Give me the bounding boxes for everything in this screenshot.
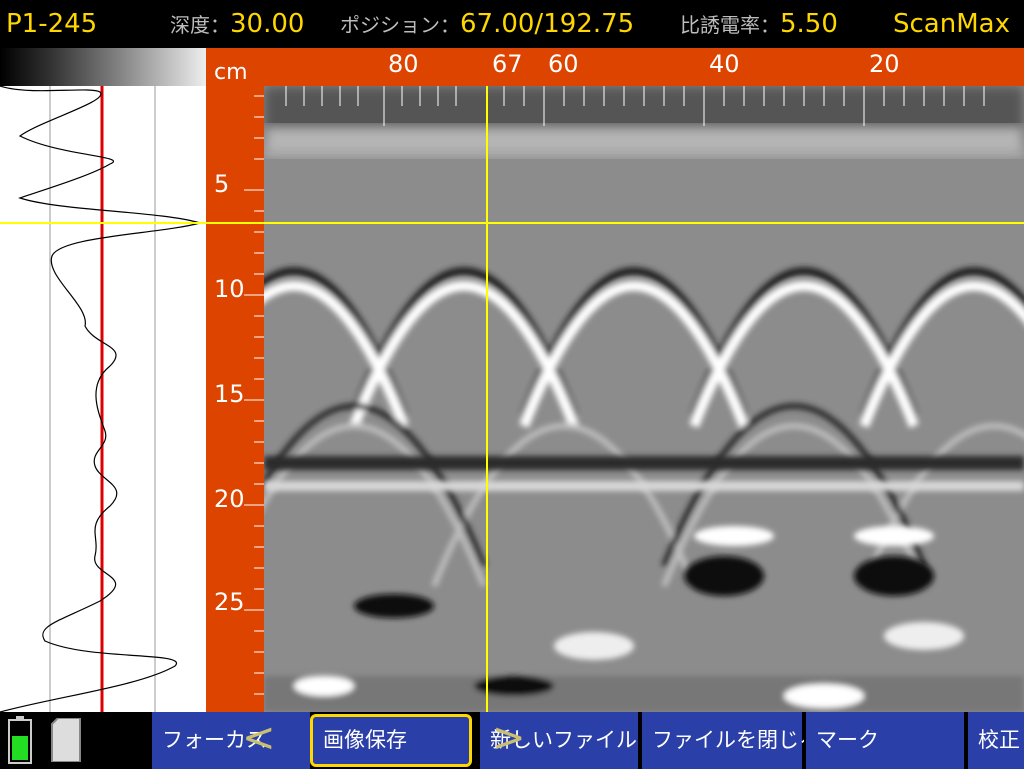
radar-image: [264, 86, 1024, 712]
position-tick-label: 40: [709, 50, 740, 78]
position-value: 67.00/192.75: [460, 9, 635, 39]
position-tick-label: 80: [388, 50, 419, 78]
brand-logo: ScanMax: [893, 9, 1010, 39]
mark-button[interactable]: マーク: [804, 712, 964, 769]
position-cursor-line[interactable]: [486, 86, 488, 712]
depth-value: 30.00: [230, 9, 305, 39]
close-file-label: ファイルを閉じる: [652, 728, 820, 752]
focus-button[interactable]: フォーカス: [150, 712, 310, 769]
radar-scan-view[interactable]: [264, 86, 1024, 712]
sd-card-icon: [51, 718, 81, 762]
save-image-button[interactable]: 画像保存: [310, 714, 472, 767]
depth-tick-label: 25: [214, 588, 245, 616]
position-readout: ポジション：67.00/192.75: [340, 6, 634, 43]
position-tick-label: 20: [869, 50, 900, 78]
position-tick-label: 60: [548, 50, 579, 78]
permittivity-label: 比誘電率：: [680, 13, 780, 37]
save-image-label: 画像保存: [323, 728, 407, 752]
permittivity-value: 5.50: [780, 9, 838, 39]
depth-tick-label: 10: [214, 275, 245, 303]
mark-label: マーク: [816, 728, 879, 752]
position-axis: [264, 48, 1024, 86]
depth-tick-label: 20: [214, 485, 245, 513]
depth-readout: 深度：30.00: [170, 6, 304, 43]
depth-cursor-line[interactable]: [0, 222, 1024, 224]
position-label: ポジション：: [340, 13, 460, 37]
position-tick-label: 67: [492, 50, 523, 78]
calibrate-button[interactable]: 校正: [966, 712, 1024, 769]
depth-tick-label: 5: [214, 170, 230, 198]
waveform-trace: [0, 86, 203, 712]
calibrate-label: 校正: [978, 728, 1020, 752]
permittivity-readout: 比誘電率：5.50: [680, 6, 838, 43]
file-id: P1-245: [6, 9, 98, 39]
depth-tick-label: 15: [214, 380, 245, 408]
status-header: P1-245 深度：30.00 ポジション：67.00/192.75 比誘電率：…: [0, 0, 1024, 48]
close-file-button[interactable]: ファイルを閉じる: [640, 712, 820, 769]
chevron-left-icon[interactable]: <: [242, 716, 276, 760]
depth-ticks: [244, 95, 264, 695]
battery-icon: [8, 716, 32, 764]
unit-label: cm: [214, 60, 248, 85]
gain-gradient-bar: [0, 48, 206, 86]
waveform-panel: [0, 86, 206, 712]
depth-label: 深度：: [170, 13, 230, 37]
chevron-right-icon[interactable]: >: [492, 716, 526, 760]
